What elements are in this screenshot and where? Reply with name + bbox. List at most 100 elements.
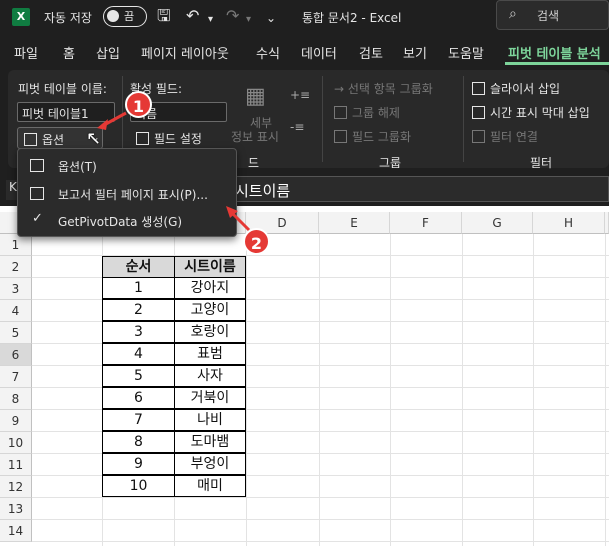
tab-page-layout[interactable]: 페이지 레이아웃	[141, 43, 229, 62]
pivot-name-field[interactable]: 피벗 테이블1	[17, 102, 115, 122]
menu-item-show-report-filter-pages[interactable]: 보고서 필터 페이지 표시(P)...	[18, 181, 236, 207]
table-cell[interactable]: 사자	[174, 365, 246, 387]
column-header-e[interactable]: E	[319, 212, 390, 234]
table-header-order[interactable]: 순서	[102, 256, 175, 278]
gridline	[32, 519, 609, 520]
row-header[interactable]: 13	[0, 498, 32, 520]
table-cell[interactable]: 3	[102, 321, 175, 343]
row-header[interactable]: 12	[0, 476, 32, 498]
worksheet-grid[interactable]	[0, 206, 609, 546]
table-cell[interactable]: 5	[102, 365, 175, 387]
table-cell[interactable]: 매미	[174, 475, 246, 497]
table-detail-icon: ▦	[245, 84, 266, 109]
tab-data[interactable]: 데이터	[301, 43, 337, 62]
tab-formulas[interactable]: 수식	[256, 43, 280, 62]
field-settings-button[interactable]: 필드 설정	[130, 127, 213, 149]
table-cell[interactable]: 강아지	[174, 277, 246, 299]
tab-view[interactable]: 보기	[403, 43, 427, 62]
group-field-icon	[334, 130, 347, 143]
gridline	[462, 234, 463, 546]
gridline	[32, 541, 609, 542]
table-cell[interactable]: 7	[102, 409, 175, 431]
undo-icon[interactable]: ↶	[186, 6, 199, 26]
title-bar: X 자동 저장 끔 🖫 ↶ ▾ ↷ ▾ ⌄ 통합 문서2 - Excel ⌕ 검…	[0, 0, 609, 34]
tab-help[interactable]: 도움말	[448, 43, 484, 62]
menu-item-getpivotdata[interactable]: ✓ GetPivotData 생성(G)	[18, 208, 236, 234]
column-header-f[interactable]: F	[390, 212, 462, 234]
table-cell[interactable]: 표범	[174, 343, 246, 365]
save-icon[interactable]: 🖫	[157, 6, 171, 26]
row-header[interactable]: 4	[0, 300, 32, 322]
table-cell[interactable]: 8	[102, 431, 175, 453]
row-header[interactable]: 8	[0, 388, 32, 410]
table-cell[interactable]: 9	[102, 453, 175, 475]
column-header-h[interactable]: H	[533, 212, 605, 234]
row-header-selected[interactable]: 6	[0, 344, 32, 366]
filter-connections-icon	[472, 130, 485, 143]
table-cell[interactable]: 고양이	[174, 299, 246, 321]
menu-item-label: GetPivotData 생성(G)	[58, 215, 183, 229]
search-placeholder: 검색	[537, 9, 560, 23]
row-header[interactable]: 9	[0, 410, 32, 432]
undo-dropdown-icon[interactable]: ▾	[208, 10, 213, 30]
autosave-label: 자동 저장	[44, 11, 92, 25]
autosave-toggle[interactable]: 끔	[103, 6, 147, 27]
ungroup-button[interactable]: 그룹 해제	[334, 104, 400, 121]
insert-timeline-button[interactable]: 시간 표시 막대 삽입	[472, 104, 590, 121]
tab-review[interactable]: 검토	[359, 43, 383, 62]
group-field-button[interactable]: 필드 그룹화	[334, 128, 411, 145]
group-selection-button[interactable]: → 선택 항목 그룹화	[334, 80, 433, 97]
menu-item-options[interactable]: 옵션(T)	[18, 153, 236, 179]
row-header[interactable]: 7	[0, 366, 32, 388]
table-cell[interactable]: 10	[102, 475, 175, 497]
formula-input[interactable]: 시트이름	[226, 176, 609, 202]
table-cell[interactable]: 6	[102, 387, 175, 409]
row-header[interactable]: 10	[0, 432, 32, 454]
table-cell[interactable]: 거북이	[174, 387, 246, 409]
mouse-cursor-icon: ↖	[86, 128, 102, 149]
ribbon-divider	[463, 76, 464, 162]
expand-field-icon[interactable]: +≡	[290, 88, 310, 102]
gridline	[246, 234, 247, 546]
tab-insert[interactable]: 삽입	[96, 43, 120, 62]
pivot-name-label: 피벗 테이블 이름:	[18, 82, 107, 96]
column-header-g[interactable]: G	[462, 212, 533, 234]
column-header-i[interactable]	[605, 212, 609, 234]
tab-pivot-analyze[interactable]: 피벗 테이블 분석	[508, 43, 601, 62]
table-cell[interactable]: 나비	[174, 409, 246, 431]
tab-file[interactable]: 파일	[14, 43, 38, 62]
filter-connections-button[interactable]: 필터 연결	[472, 128, 538, 145]
table-cell[interactable]: 2	[102, 299, 175, 321]
customize-toolbar-icon[interactable]: ⌄	[266, 8, 276, 28]
table-cell[interactable]: 4	[102, 343, 175, 365]
table-cell[interactable]: 1	[102, 277, 175, 299]
slicer-icon	[472, 82, 485, 95]
gridline	[533, 234, 534, 546]
table-header-sheetname[interactable]: 시트이름	[174, 256, 246, 278]
redo-dropdown-icon[interactable]: ▾	[246, 10, 251, 30]
tab-home[interactable]: 홈	[63, 43, 75, 62]
gridline	[32, 497, 609, 498]
checkmark-icon: ✓	[32, 211, 43, 226]
filter-group-label: 필터	[530, 156, 553, 170]
collapse-field-icon[interactable]: -≡	[290, 120, 304, 134]
table-cell[interactable]: 부엉이	[174, 453, 246, 475]
group-group-label: 그룹	[379, 156, 402, 170]
detail-label-2: 정보 표시	[231, 130, 279, 144]
redo-icon[interactable]: ↷	[226, 6, 239, 26]
row-header[interactable]: 14	[0, 520, 32, 542]
table-cell[interactable]: 도마뱀	[174, 431, 246, 453]
timeline-icon	[472, 106, 485, 119]
table-cell[interactable]: 호랑이	[174, 321, 246, 343]
search-icon: ⌕	[509, 6, 517, 22]
row-header[interactable]: 11	[0, 454, 32, 476]
menu-item-label: 보고서 필터 페이지 표시(P)...	[58, 188, 208, 202]
excel-logo-icon: X	[12, 8, 30, 26]
row-header[interactable]: 3	[0, 278, 32, 300]
search-box[interactable]: ⌕ 검색	[496, 0, 609, 30]
row-header[interactable]: 5	[0, 322, 32, 344]
toggle-state: 끔	[124, 10, 135, 23]
insert-slicer-button[interactable]: 슬라이서 삽입	[472, 80, 560, 97]
row-header[interactable]: 1	[0, 234, 32, 256]
row-header[interactable]: 2	[0, 256, 32, 278]
